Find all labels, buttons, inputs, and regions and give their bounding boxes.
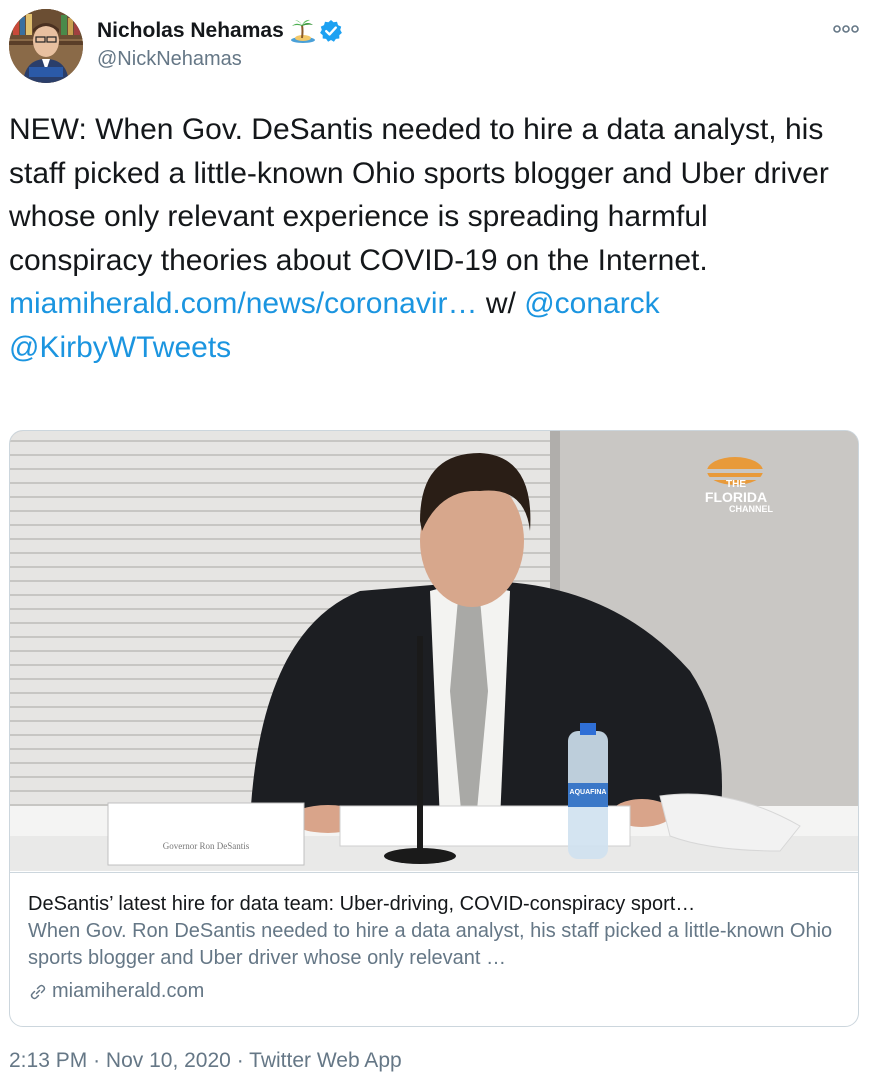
card-description: When Gov. Ron DeSantis needed to hire a … [28, 920, 833, 969]
card-body[interactable]: DeSantis’ latest hire for data team: Ube… [10, 872, 858, 1026]
author-display-name[interactable]: Nicholas Nehamas [97, 19, 284, 43]
mention-kirbywtweets[interactable]: @KirbyWTweets [9, 331, 231, 364]
tweet-time[interactable]: 2:13 PM [9, 1049, 87, 1072]
nameplate-text: Governor Ron DeSantis [162, 841, 250, 851]
verified-badge-icon [319, 19, 343, 43]
tweet-meta: 2:13 PM · Nov 10, 2020 · Twitter Web App [9, 1049, 402, 1073]
tweet-text: NEW: When Gov. DeSantis needed to hire a… [9, 108, 859, 370]
channel-logo: THE FLORIDA CHANNEL [676, 479, 796, 515]
author-handle[interactable]: @NickNehamas [97, 48, 242, 71]
article-link[interactable]: miamiherald.com/news/coronavir… [9, 287, 478, 320]
island-emoji-icon [290, 19, 316, 43]
tweet-date[interactable]: Nov 10, 2020 [106, 1049, 231, 1072]
avatar[interactable] [9, 9, 83, 83]
author-name-row[interactable]: Nicholas Nehamas [97, 19, 343, 43]
more-options-icon[interactable] [833, 22, 859, 36]
bottle-label: AQUAFINA [569, 789, 607, 796]
tweet-source[interactable]: Twitter Web App [249, 1049, 402, 1072]
card-image[interactable]: THE FLORIDA CHANNEL Governor Ron DeSanti… [10, 431, 858, 871]
with-text: w/ [485, 287, 516, 321]
channel-logo-line2: FLORIDA [704, 489, 768, 505]
link-preview-card[interactable]: THE FLORIDA CHANNEL Governor Ron DeSanti… [9, 430, 859, 1027]
mention-conarck[interactable]: @conarck [524, 287, 660, 320]
channel-logo-line3: CHANNEL [729, 504, 773, 514]
card-title[interactable]: DeSantis’ latest hire for data team: Ube… [28, 891, 840, 918]
meta-separator-1: · [93, 1049, 101, 1072]
link-icon [28, 982, 48, 1002]
tweet-text-body: NEW: When Gov. DeSantis needed to hire a… [9, 113, 829, 277]
card-domain[interactable]: miamiherald.com [52, 978, 204, 1005]
card-domain-row[interactable]: miamiherald.com [28, 978, 840, 1005]
meta-separator-2: · [236, 1049, 244, 1072]
